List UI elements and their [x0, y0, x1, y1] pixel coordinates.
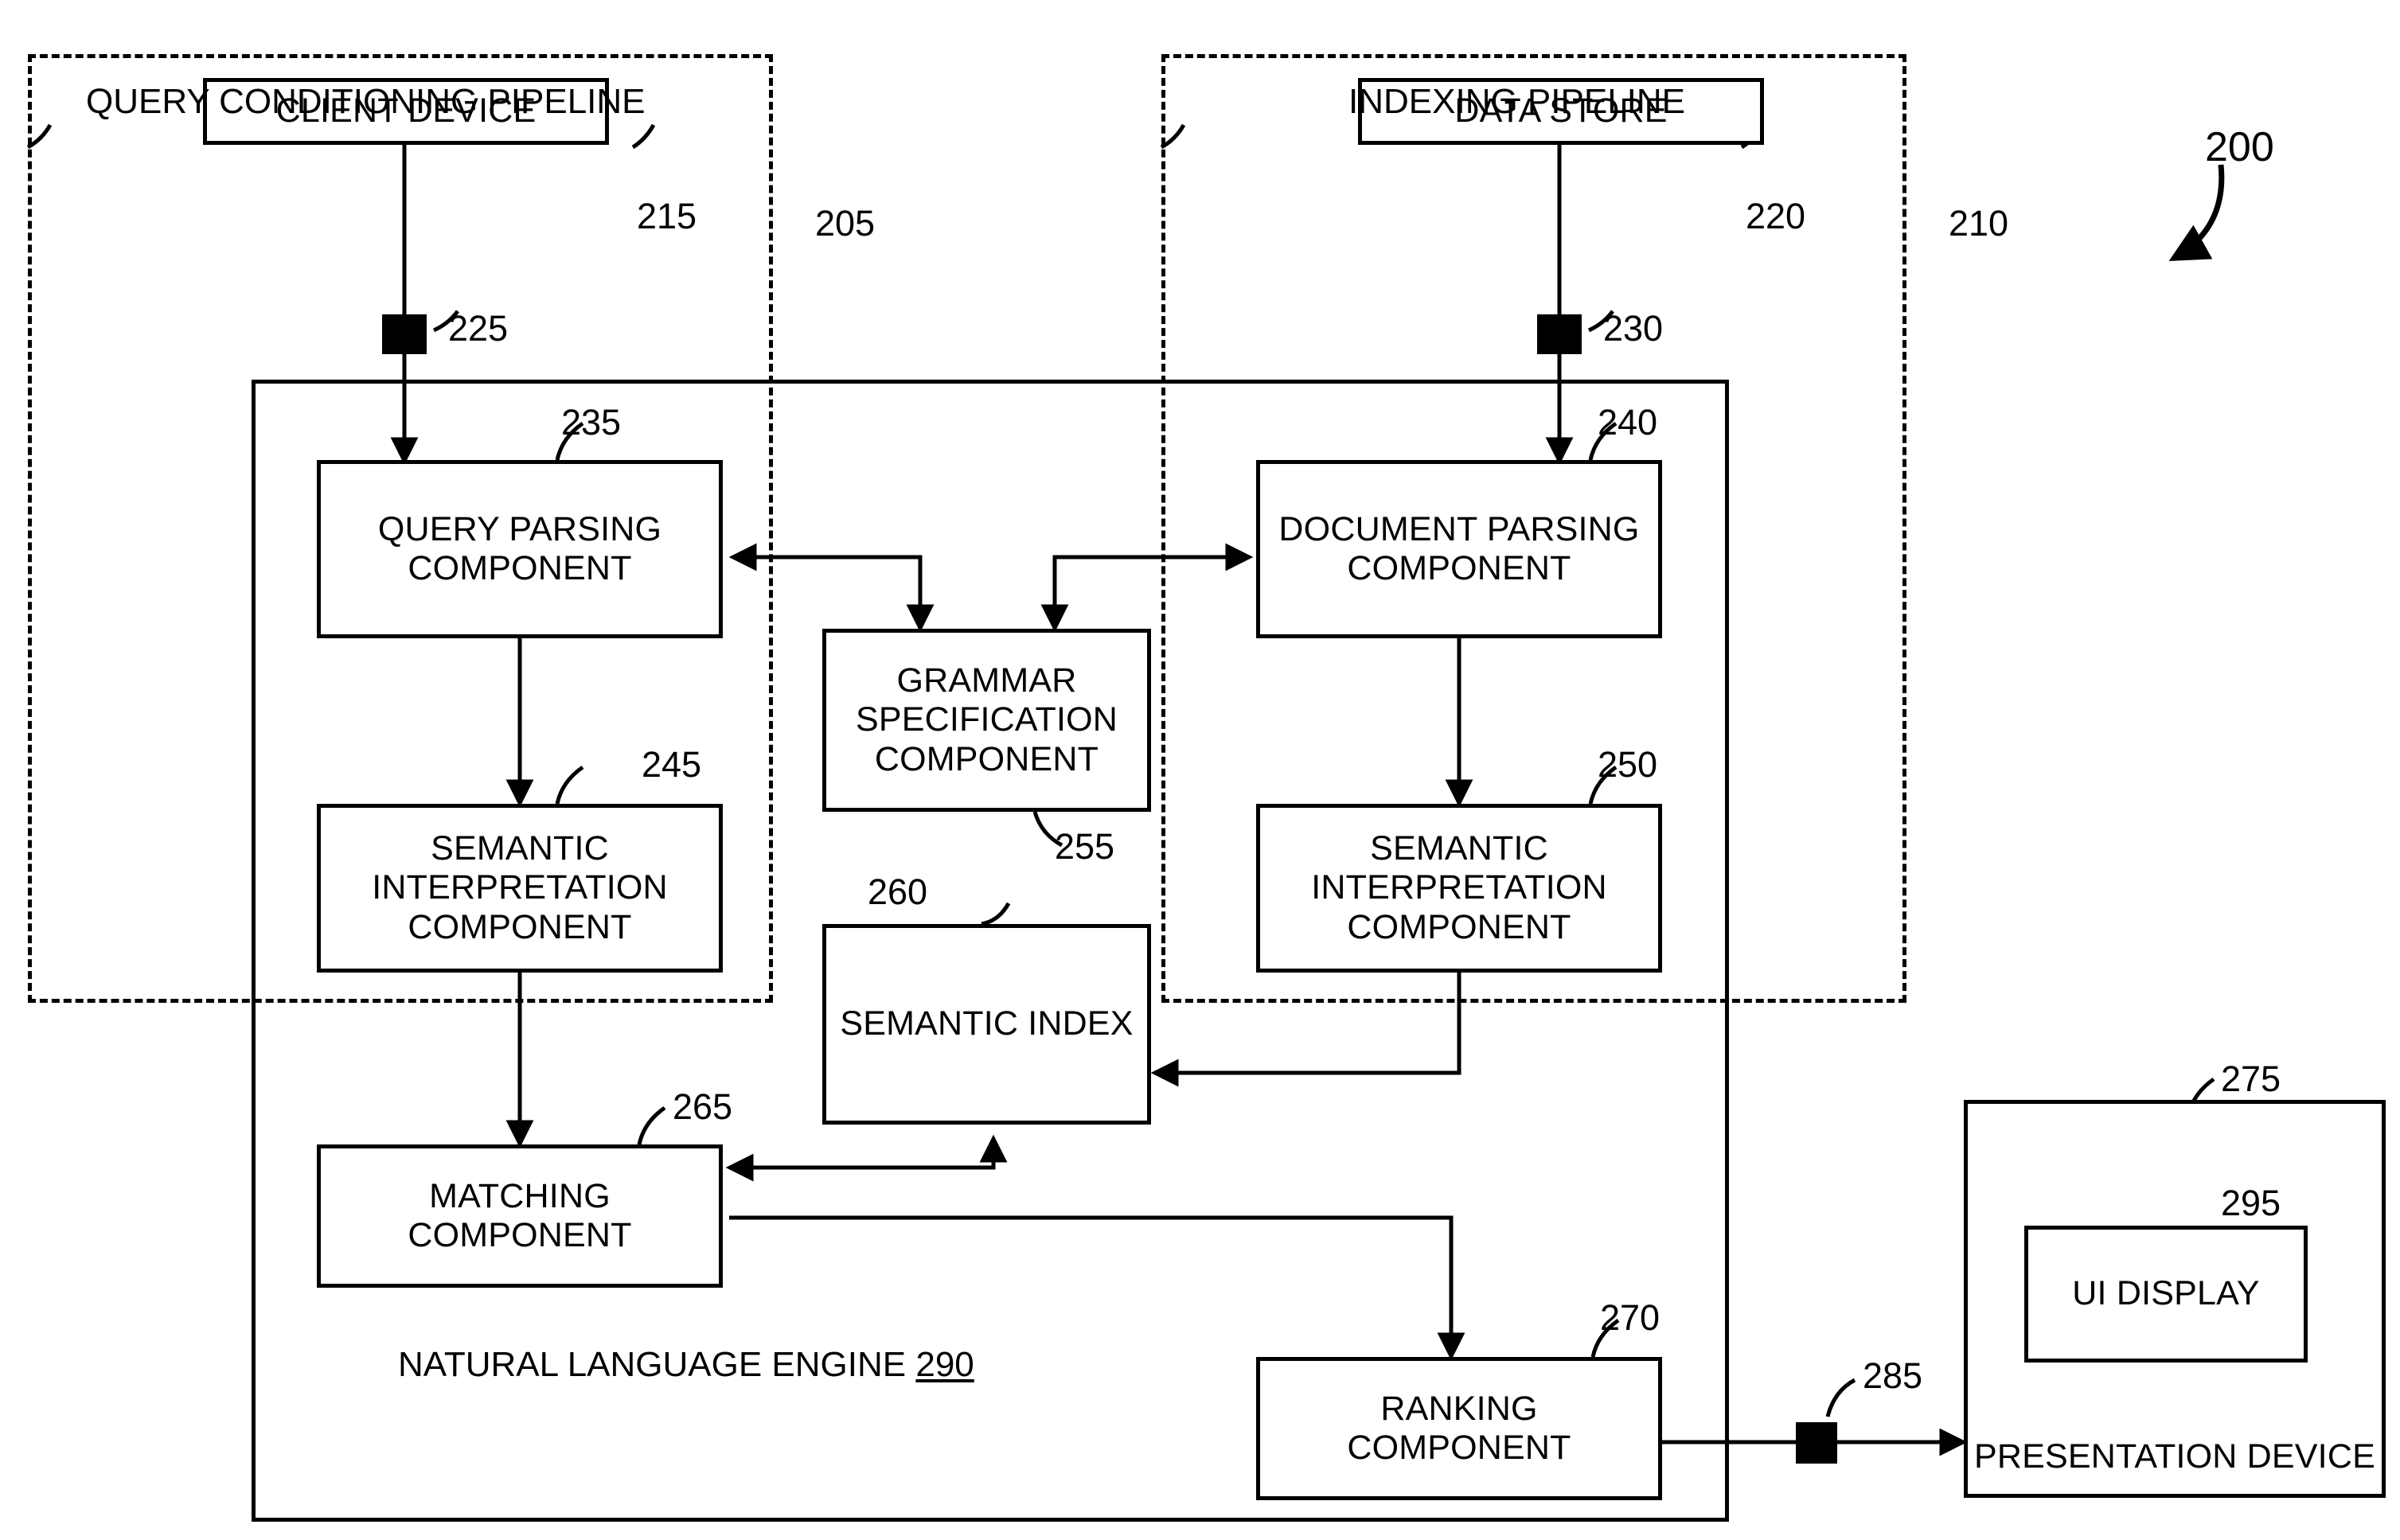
matching-component-box[interactable]: MATCHING COMPONENT: [317, 1144, 723, 1288]
query-conditioning-pipeline-title: QUERY CONDITIONING PIPELINE: [86, 82, 646, 121]
presentation-device-label: PRESENTATION DEVICE: [1974, 1437, 2375, 1476]
ref-205: 205: [815, 203, 876, 244]
document-parsing-component-box[interactable]: DOCUMENT PARSING COMPONENT: [1256, 460, 1662, 638]
ref-220: 220: [1746, 196, 1806, 236]
ref-275: 275: [2221, 1059, 2281, 1099]
nle-label-ref: 290: [915, 1345, 974, 1384]
indexing-pipeline-title: INDEXING PIPELINE: [1348, 82, 1686, 121]
query-parsing-component-label: QUERY PARSING COMPONENT: [377, 509, 662, 587]
ref-235: 235: [561, 402, 622, 443]
query-parsing-component-box[interactable]: QUERY PARSING COMPONENT: [317, 460, 723, 638]
ref-255: 255: [1055, 826, 1115, 867]
ref-265: 265: [673, 1086, 733, 1127]
semantic-interpretation-component-left-box[interactable]: SEMANTIC INTERPRETATION COMPONENT: [317, 804, 723, 973]
ref-215: 215: [637, 196, 697, 236]
ref-260: 260: [868, 871, 928, 912]
figure-200-leader-arrow: [2168, 164, 2225, 262]
semantic-index-label: SEMANTIC INDEX: [840, 1004, 1134, 1043]
figure-number-200: 200: [2205, 124, 2274, 170]
nle-label-text: NATURAL LANGUAGE ENGINE: [398, 1345, 916, 1384]
document-parsing-component-label: DOCUMENT PARSING COMPONENT: [1278, 509, 1640, 587]
grammar-specification-component-box[interactable]: GRAMMAR SPECIFICATION COMPONENT: [822, 629, 1151, 812]
ref-270: 270: [1600, 1297, 1660, 1338]
semantic-interpretation-component-left-label: SEMANTIC INTERPRETATION COMPONENT: [372, 829, 668, 946]
link-square-285: [1796, 1422, 1837, 1464]
ref-210: 210: [1949, 203, 2009, 244]
ref-295: 295: [2221, 1183, 2281, 1223]
ui-display-box[interactable]: UI DISPLAY: [2024, 1226, 2308, 1363]
ref-285: 285: [1863, 1355, 1923, 1396]
ui-display-label: UI DISPLAY: [2072, 1274, 2260, 1313]
natural-language-engine-label: NATURAL LANGUAGE ENGINE 290: [398, 1345, 974, 1385]
ref-225: 225: [448, 308, 509, 349]
ref-250: 250: [1598, 744, 1658, 785]
matching-component-label: MATCHING COMPONENT: [408, 1176, 632, 1254]
ref-240: 240: [1598, 402, 1658, 443]
link-square-225: [382, 314, 427, 354]
ranking-component-label: RANKING COMPONENT: [1347, 1389, 1571, 1467]
semantic-index-box[interactable]: SEMANTIC INDEX: [822, 924, 1151, 1125]
semantic-interpretation-component-right-label: SEMANTIC INTERPRETATION COMPONENT: [1311, 829, 1607, 946]
patent-figure-200: QUERY CONDITIONING PIPELINE INDEXING PIP…: [0, 0, 2400, 1540]
leader-285: [1825, 1378, 1856, 1417]
ref-245: 245: [642, 744, 702, 785]
link-square-230: [1537, 314, 1582, 354]
ref-230: 230: [1603, 308, 1664, 349]
semantic-interpretation-component-right-box[interactable]: SEMANTIC INTERPRETATION COMPONENT: [1256, 804, 1662, 973]
grammar-specification-component-label: GRAMMAR SPECIFICATION COMPONENT: [855, 661, 1118, 778]
ranking-component-box[interactable]: RANKING COMPONENT: [1256, 1357, 1662, 1500]
